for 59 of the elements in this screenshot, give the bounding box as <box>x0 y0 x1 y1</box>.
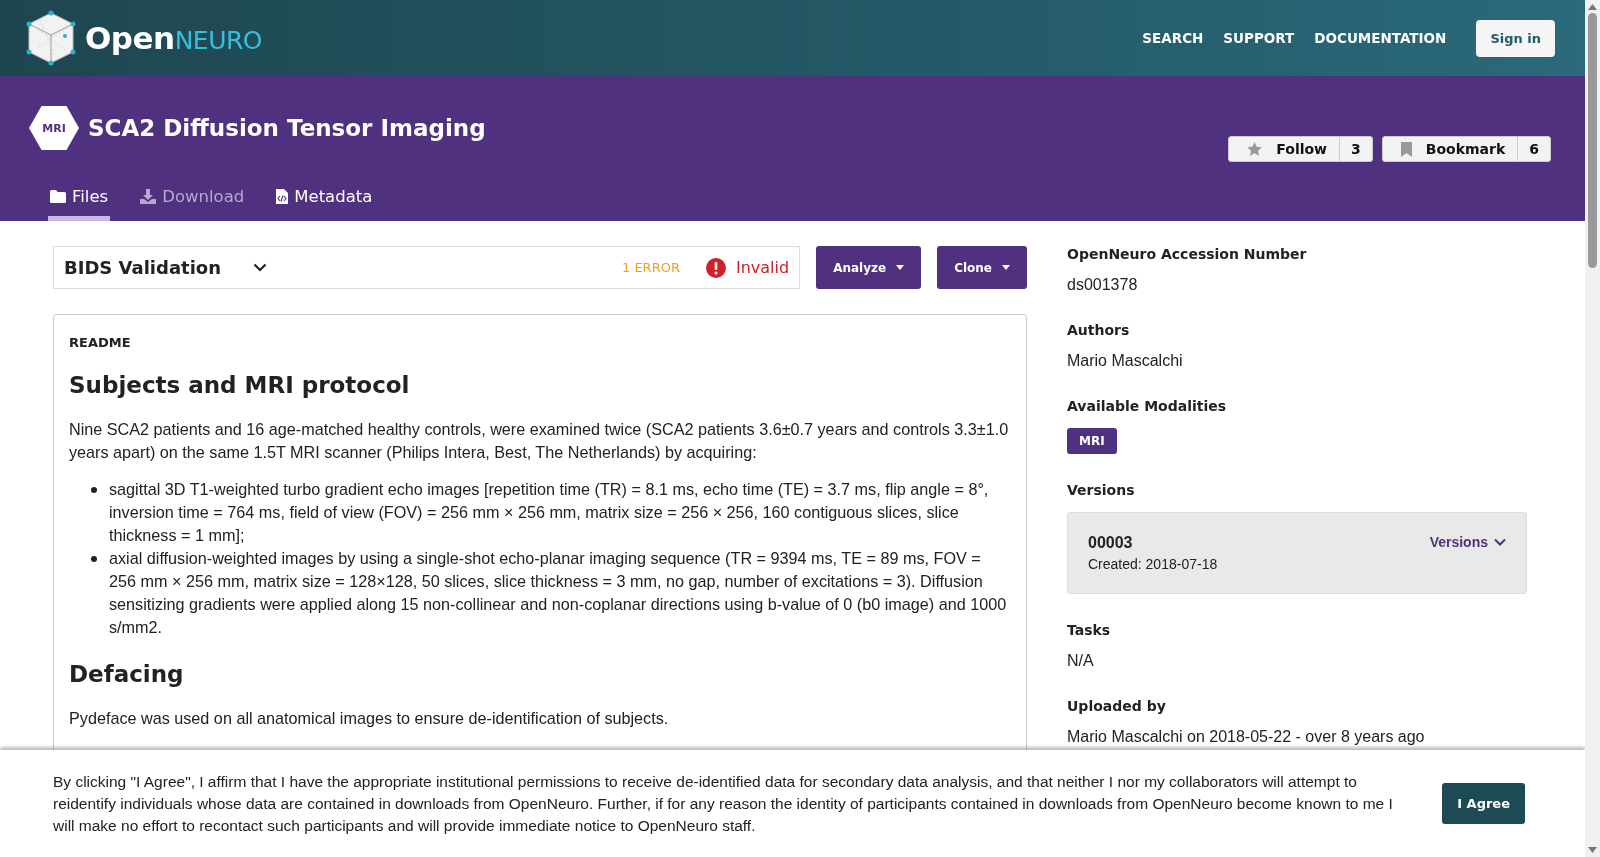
bullet-icon <box>91 556 97 562</box>
follow-button[interactable]: Follow <box>1229 137 1341 161</box>
chevron-down-icon <box>253 263 267 272</box>
count-label: 6 <box>1528 140 1540 159</box>
list-item: axial diffusion-weighted images by using a single-shot echo-planar imaging sequence (TR = 9394 ms, TE = 89 ms, FOV = 256 mm × 256 mm, matrix size = 128×128, 50 slices, slice thickness = 3 mm, no gap, number of excitations = 3). Diffusion sensitizing gradients were applied along 15 non-collinear and non-coplanar directions using b-value of 0 (b0 image) and 1000 s/mm2. <box>109 548 1008 638</box>
readme-label: README <box>69 335 132 350</box>
readme-paragraph: Nine SCA2 patients and 16 age-matched healthy controls, were examined twice (SCA2 patients 3.6±0.7 years and controls 3.3±1.0 years apart) on the same 1.5T MRI scanner (Philips Intera, Best, The Netherlands) by acquiring: <box>69 419 1010 463</box>
error-count: 1 ERROR <box>622 260 680 275</box>
readme-paragraph: Pydeface was used on all anatomical images to ensure de-identification of subjects. <box>69 708 670 729</box>
tab[interactable]: Files <box>48 187 111 221</box>
versions-dropdown[interactable]: Versions <box>1429 534 1506 550</box>
chevron-down-icon <box>1494 538 1506 546</box>
field-value: N/A <box>1067 652 1095 670</box>
error-icon <box>705 257 726 278</box>
field-value: Mario Mascalchi <box>1067 352 1184 370</box>
field-label: Tasks <box>1067 622 1112 638</box>
version-date: Created: 2018-07-18 <box>1088 556 1218 572</box>
field-label: Versions <box>1067 482 1136 498</box>
download-icon <box>140 189 157 204</box>
validation-bar[interactable]: BIDS Validation 1 ERROR Invalid <box>53 246 801 289</box>
caret-icon <box>896 265 905 270</box>
star-icon <box>1247 142 1263 156</box>
bookmark-button[interactable]: Bookmark <box>1382 137 1519 161</box>
tab[interactable]: Metadata <box>274 187 375 221</box>
count-label: 3 <box>1350 140 1362 159</box>
agree-button[interactable]: I Agree <box>1442 783 1525 824</box>
folder-icon <box>50 190 66 203</box>
field-label: Uploaded by <box>1067 698 1167 714</box>
modality-badge: MRI <box>29 106 79 150</box>
validation-status: Invalid <box>735 258 790 277</box>
consent-text: By clicking "I Agree", I affirm that I have the appropriate institutional permissions to receive de-identified data for secondary data analysis, and that neither I nor my collaborators will attempt to reidentify individuals whose data are contained in downloads from OpenNeuro. Further, if for any reason the identity of participants contained in downloads from OpenNeuro become known to me I will make no effort to recontact such participants and will provide immediate notice to OpenNeuro staff. <box>53 771 1394 836</box>
scroll-up-icon <box>1588 4 1597 10</box>
field-label: Available Modalities <box>1067 398 1228 414</box>
version-number: 00003 <box>1088 534 1134 552</box>
validation-title: BIDS Validation <box>64 257 221 278</box>
readme-heading: Subjects and MRI protocol <box>69 372 411 398</box>
scrollbar[interactable] <box>1585 0 1600 857</box>
modality-tag[interactable]: MRI <box>1067 428 1117 454</box>
nav-link[interactable]: DOCUMENTATION <box>1314 30 1447 46</box>
bullet-icon <box>91 487 97 493</box>
cube-logo-icon <box>25 10 77 66</box>
list-item: sagittal 3D T1-weighted turbo gradient echo images [repetition time (TR) = 8.1 ms, echo time (TE) = 3.7 ms, flip angle = 8°, inversion time = 764 ms, field of view (FOV) = 256 mm × 256 mm, matrix size = 256 × 256, 160 contiguous slices, slice thickness = 1 mm]; <box>109 479 990 546</box>
dropdown-button[interactable]: Clone <box>937 246 1027 289</box>
nav-link[interactable]: SEARCH <box>1142 30 1204 46</box>
field-value: ds001378 <box>1067 276 1139 294</box>
scroll-down-icon <box>1588 847 1597 853</box>
nav-link[interactable]: SUPPORT <box>1223 30 1295 46</box>
readme-heading: Defacing <box>69 661 185 687</box>
logo-wordmark[interactable]: OpenNEURO <box>85 20 262 56</box>
field-value: Mario Mascalchi on 2018-05-22 - over 8 years ago <box>1067 728 1426 746</box>
field-label: Authors <box>1067 322 1131 338</box>
bookmark-icon <box>1400 141 1412 157</box>
scrollbar-thumb[interactable] <box>1588 13 1597 268</box>
caret-icon <box>1002 265 1010 270</box>
dropdown-button[interactable]: Analyze <box>816 246 922 289</box>
sign-in-button[interactable]: Sign in <box>1476 19 1555 57</box>
field-label: OpenNeuro Accession Number <box>1067 246 1308 262</box>
dataset-title: SCA2 Diffusion Tensor Imaging <box>88 115 486 141</box>
code-file-icon <box>276 189 289 204</box>
